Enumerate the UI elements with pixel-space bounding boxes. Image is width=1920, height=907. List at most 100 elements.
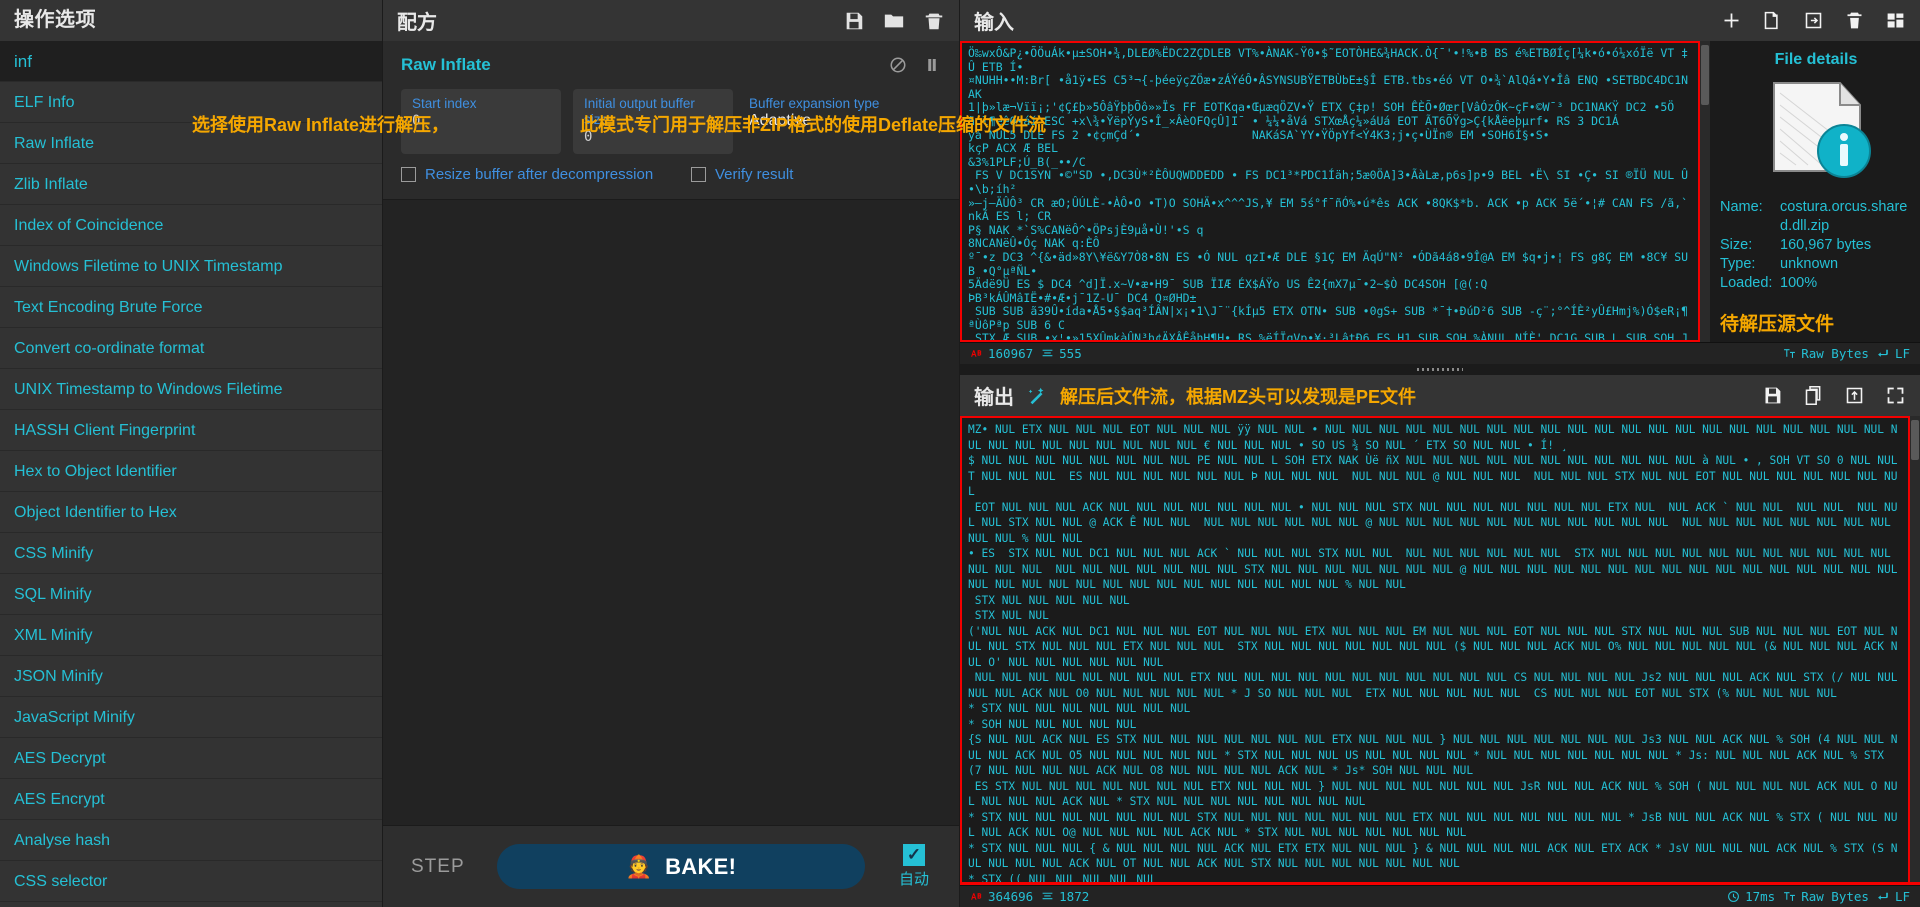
operation-item-javascript-minify[interactable]: JavaScript Minify xyxy=(0,697,382,738)
operation-item-css-selector[interactable]: CSS selector xyxy=(0,861,382,902)
auto-bake-label: 自动 xyxy=(898,871,929,888)
operation-item-analyse-hash[interactable]: Analyse hash xyxy=(0,820,382,861)
replace-input-icon[interactable] xyxy=(1844,385,1865,406)
output-hex-viewer[interactable]: MZ• NUL ETX NUL NUL NUL EOT NUL NUL NUL … xyxy=(960,416,1910,882)
operations-title: 操作选项 xyxy=(0,0,382,41)
file-size-value: 160,967 bytes xyxy=(1780,237,1872,253)
copy-output-icon[interactable] xyxy=(1803,385,1824,406)
checkbox-box[interactable] xyxy=(691,167,706,182)
checkbox-box[interactable] xyxy=(401,167,416,182)
open-folder-icon[interactable] xyxy=(1762,10,1783,31)
recipe-toolbar xyxy=(843,10,945,32)
operation-item-convert-coordinate-format[interactable]: Convert co-ordinate format xyxy=(0,328,382,369)
font-icon xyxy=(1784,349,1796,358)
font-icon xyxy=(1784,892,1796,901)
input-status-right: Raw Bytes LF xyxy=(1783,346,1910,361)
file-details-title: File details xyxy=(1774,51,1858,68)
chef-icon: 👲 xyxy=(625,853,654,879)
start-index-label: Start index xyxy=(412,96,477,111)
step-button[interactable]: STEP xyxy=(397,856,479,878)
io-splitter[interactable] xyxy=(960,364,1920,375)
file-loaded-key: Loaded: xyxy=(1720,275,1773,291)
operation-item-aes-encrypt[interactable]: AES Encrypt xyxy=(0,779,382,820)
input-eol[interactable]: LF xyxy=(1877,346,1910,361)
verify-result-label: Verify result xyxy=(715,166,794,183)
clear-icon[interactable] xyxy=(1844,10,1865,31)
input-status-bar: 160967 555 Raw Bytes LF xyxy=(960,342,1920,364)
file-detail-row-type: Type: unknown xyxy=(1720,255,1912,274)
file-annotation: 待解压源文件 xyxy=(1720,314,1835,335)
pause-icon[interactable] xyxy=(923,56,941,74)
input-hex-content[interactable]: Ö‰wxÔ&P¿•ÕÖuÁk•µ±SOH•¾,DLEØ%ËDC2ZÇDLEB V… xyxy=(962,43,1698,340)
recipe-body: Raw Inflate Start index 0 Initial output… xyxy=(383,41,959,825)
output-title: 输出 xyxy=(974,387,1014,409)
operation-item-unix-to-windows-filetime[interactable]: UNIX Timestamp to Windows Filetime xyxy=(0,369,382,410)
input-mode[interactable]: Raw Bytes xyxy=(1783,346,1869,361)
file-type-key: Type: xyxy=(1720,256,1756,272)
input-status-left: 160967 555 xyxy=(970,346,1082,361)
resize-buffer-checkbox[interactable]: Resize buffer after decompression xyxy=(401,166,691,183)
output-eol[interactable]: LF xyxy=(1877,889,1910,904)
recipe-annotation: 此模式专门用于解压非ZIP格式的使用Deflate压缩的文件流 xyxy=(580,115,1047,135)
add-tab-icon[interactable] xyxy=(1721,10,1742,31)
operation-item-aes-decrypt[interactable]: AES Decrypt xyxy=(0,738,382,779)
operation-item-index-of-coincidence[interactable]: Index of Coincidence xyxy=(0,205,382,246)
clock-icon xyxy=(1728,891,1740,902)
output-eol-value: LF xyxy=(1894,889,1910,904)
file-loaded-value: 100% xyxy=(1780,275,1818,291)
auto-bake-toggle[interactable]: ✓ 自动 xyxy=(883,844,945,889)
bake-button[interactable]: 👲 BAKE! xyxy=(496,844,865,889)
output-scrollbar[interactable] xyxy=(1910,416,1920,882)
save-icon[interactable] xyxy=(843,10,865,32)
output-mode[interactable]: Raw Bytes xyxy=(1783,889,1869,904)
operation-item-xml-minify[interactable]: XML Minify xyxy=(0,615,382,656)
operation-item-windows-filetime-to-unix[interactable]: Windows Filetime to UNIX Timestamp xyxy=(0,246,382,287)
input-header: 输入 xyxy=(960,0,1920,41)
input-scrollbar[interactable] xyxy=(1700,41,1710,342)
folder-icon[interactable] xyxy=(883,10,905,32)
output-title-group: 输出 解压后文件流，根据MZ头可以发现是PE文件 xyxy=(974,381,1416,410)
maximise-icon[interactable] xyxy=(1885,385,1906,406)
output-bake-time-value: 17ms xyxy=(1745,889,1776,904)
operation-item-text-encoding-brute-force[interactable]: Text Encoding Brute Force xyxy=(0,287,382,328)
operation-item-css-minify[interactable]: CSS Minify xyxy=(0,533,382,574)
buffer-expansion-type-label: Buffer expansion type xyxy=(749,96,880,111)
magic-wand-icon[interactable] xyxy=(1026,385,1048,407)
operation-item-sql-minify[interactable]: SQL Minify xyxy=(0,574,382,615)
input-eol-value: LF xyxy=(1894,346,1910,361)
input-mode-value: Raw Bytes xyxy=(1801,346,1869,361)
output-annotation: 解压后文件流，根据MZ头可以发现是PE文件 xyxy=(1060,386,1416,407)
input-title: 输入 xyxy=(974,12,1014,34)
search-input[interactable]: inf xyxy=(0,41,382,82)
output-hex-content[interactable]: MZ• NUL ETX NUL NUL NUL EOT NUL NUL NUL … xyxy=(962,418,1908,882)
input-toolbar xyxy=(1721,10,1906,31)
save-output-icon[interactable] xyxy=(1762,385,1783,406)
input-lines: 555 xyxy=(1041,346,1082,361)
file-name-key: Name: xyxy=(1720,199,1763,215)
io-panel: 输入 Ö‰wxÔ&P¿•ÕÖuÁk•µ±SOH•¾,DLEØ%ËDC2ZÇDLE… xyxy=(960,0,1920,907)
recipe-footer: STEP 👲 BAKE! ✓ 自动 xyxy=(383,825,959,907)
reset-layout-icon[interactable] xyxy=(1885,10,1906,31)
input-hex-viewer[interactable]: Ö‰wxÔ&P¿•ÕÖuÁk•µ±SOH•¾,DLEØ%ËDC2ZÇDLEB V… xyxy=(960,41,1700,342)
abc-icon xyxy=(971,893,982,900)
input-lines-value: 555 xyxy=(1059,346,1082,361)
output-length-value: 364696 xyxy=(988,889,1034,904)
delete-icon[interactable] xyxy=(923,10,945,32)
recipe-title: 配方 xyxy=(397,12,437,34)
open-file-icon[interactable] xyxy=(1803,10,1824,31)
operation-item-zlib-inflate[interactable]: Zlib Inflate xyxy=(0,164,382,205)
operation-name: Raw Inflate xyxy=(401,55,491,74)
disable-icon[interactable] xyxy=(889,56,907,74)
auto-bake-checkbox[interactable]: ✓ xyxy=(903,844,925,866)
operation-item-object-identifier-to-hex[interactable]: Object Identifier to Hex xyxy=(0,492,382,533)
output-length: 364696 xyxy=(970,889,1033,904)
operation-item-hassh-client-fingerprint[interactable]: HASSH Client Fingerprint xyxy=(0,410,382,451)
output-bake-time: 17ms xyxy=(1727,889,1775,904)
file-details-rows: Name: costura.orcus.shared.dll.zip Size:… xyxy=(1720,198,1912,293)
operation-item-json-minify[interactable]: JSON Minify xyxy=(0,656,382,697)
file-size-key: Size: xyxy=(1720,237,1753,253)
recipe-header: 配方 xyxy=(383,0,959,41)
verify-result-checkbox[interactable]: Verify result xyxy=(691,166,793,183)
output-lines-value: 1872 xyxy=(1059,889,1090,904)
operation-item-hex-to-object-identifier[interactable]: Hex to Object Identifier xyxy=(0,451,382,492)
